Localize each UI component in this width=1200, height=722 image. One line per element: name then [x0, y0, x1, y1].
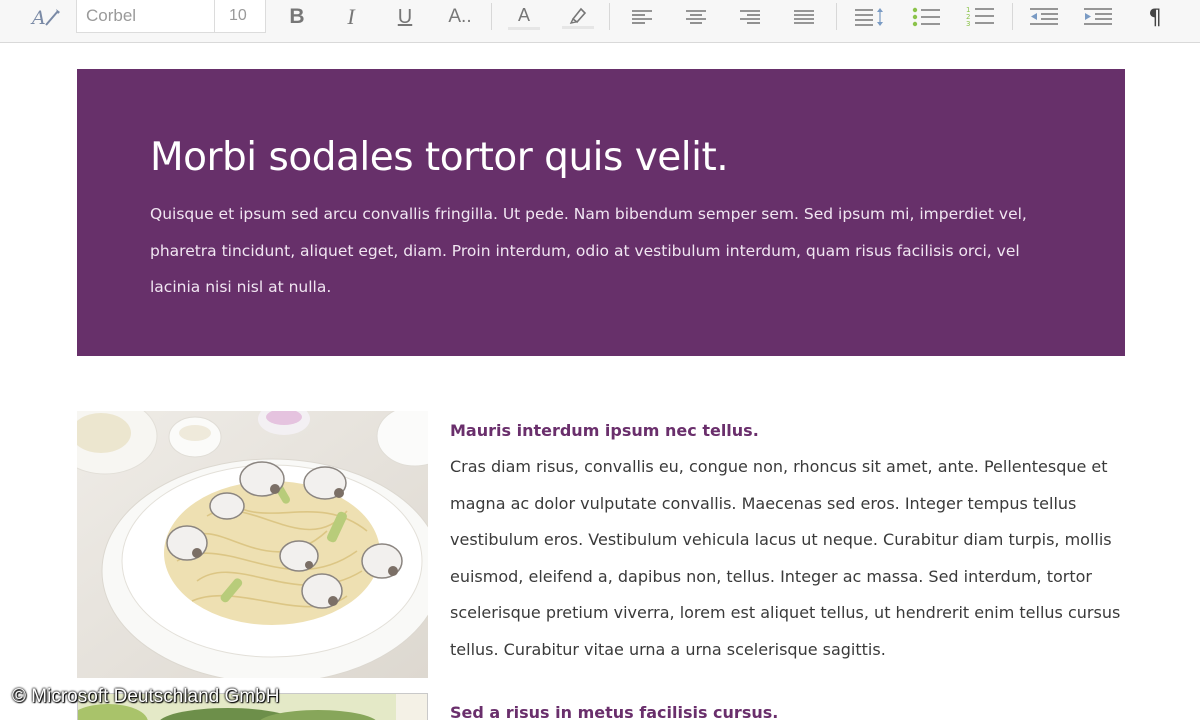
- highlight-button[interactable]: [560, 0, 596, 34]
- format-painter-icon: A: [30, 7, 60, 28]
- banner-body-text[interactable]: Quisque et ipsum sed arcu convallis frin…: [150, 196, 1060, 306]
- increase-indent-icon: [1084, 8, 1112, 25]
- text-effects-icon: A..: [448, 6, 472, 27]
- italic-button[interactable]: I: [336, 0, 366, 34]
- font-picker-divider: [214, 0, 215, 32]
- formatting-toolbar: A Corbel 10 B I U A.. A 1 2 3 ¶: [0, 0, 1200, 43]
- font-color-swatch: [508, 26, 540, 30]
- toolbar-separator: [1012, 3, 1013, 30]
- bold-icon: B: [289, 5, 305, 28]
- align-left-button[interactable]: [626, 0, 658, 34]
- align-center-button[interactable]: [680, 0, 712, 34]
- toolbar-separator: [491, 3, 492, 30]
- pasta-photo-illustration: [77, 411, 428, 678]
- title-banner: Morbi sodales tortor quis velit. Quisque…: [77, 69, 1125, 356]
- show-formatting-button[interactable]: ¶: [1140, 0, 1170, 34]
- section-heading[interactable]: Mauris interdum ipsum nec tellus.: [450, 421, 759, 440]
- text-effects-button[interactable]: A..: [440, 0, 480, 34]
- highlight-icon: [569, 7, 587, 24]
- section-heading[interactable]: Sed a risus in metus facilisis cursus.: [450, 703, 778, 722]
- font-size-field[interactable]: 10: [229, 7, 247, 25]
- toolbar-separator: [609, 3, 610, 30]
- align-center-icon: [686, 10, 706, 24]
- increase-indent-button[interactable]: [1080, 0, 1116, 34]
- line-spacing-button[interactable]: [850, 0, 888, 34]
- justify-icon: [794, 10, 814, 24]
- format-painter-button[interactable]: A: [28, 0, 64, 34]
- svg-text:A: A: [30, 7, 46, 28]
- pasta-photo[interactable]: [77, 411, 428, 678]
- align-right-icon: [740, 10, 760, 24]
- copyright-watermark: © Microsoft Deutschland GmbH: [12, 686, 280, 707]
- line-spacing-icon: [855, 8, 883, 26]
- numbered-list-button[interactable]: 123: [962, 0, 998, 34]
- underline-button[interactable]: U: [390, 0, 420, 34]
- align-right-button[interactable]: [734, 0, 766, 34]
- bullet-list-icon: [912, 7, 940, 27]
- font-picker[interactable]: Corbel 10: [76, 0, 266, 33]
- svg-text:3: 3: [966, 20, 970, 28]
- decrease-indent-icon: [1030, 8, 1058, 25]
- bullet-list-button[interactable]: [908, 0, 944, 34]
- section-body-text[interactable]: Cras diam risus, convallis eu, congue no…: [450, 449, 1140, 668]
- toolbar-separator: [836, 3, 837, 30]
- highlight-swatch: [562, 26, 594, 29]
- font-name-field[interactable]: Corbel: [86, 6, 136, 26]
- align-left-icon: [632, 10, 652, 24]
- paragraph-mark-icon: ¶: [1148, 5, 1162, 29]
- banner-title[interactable]: Morbi sodales tortor quis velit.: [150, 135, 729, 180]
- decrease-indent-button[interactable]: [1026, 0, 1062, 34]
- justify-button[interactable]: [788, 0, 820, 34]
- font-color-button[interactable]: A: [506, 0, 542, 34]
- italic-icon: I: [347, 4, 355, 29]
- font-color-icon: A: [517, 4, 530, 25]
- bold-button[interactable]: B: [282, 0, 312, 34]
- numbered-list-icon: 123: [966, 6, 994, 28]
- underline-icon: U: [397, 5, 413, 28]
